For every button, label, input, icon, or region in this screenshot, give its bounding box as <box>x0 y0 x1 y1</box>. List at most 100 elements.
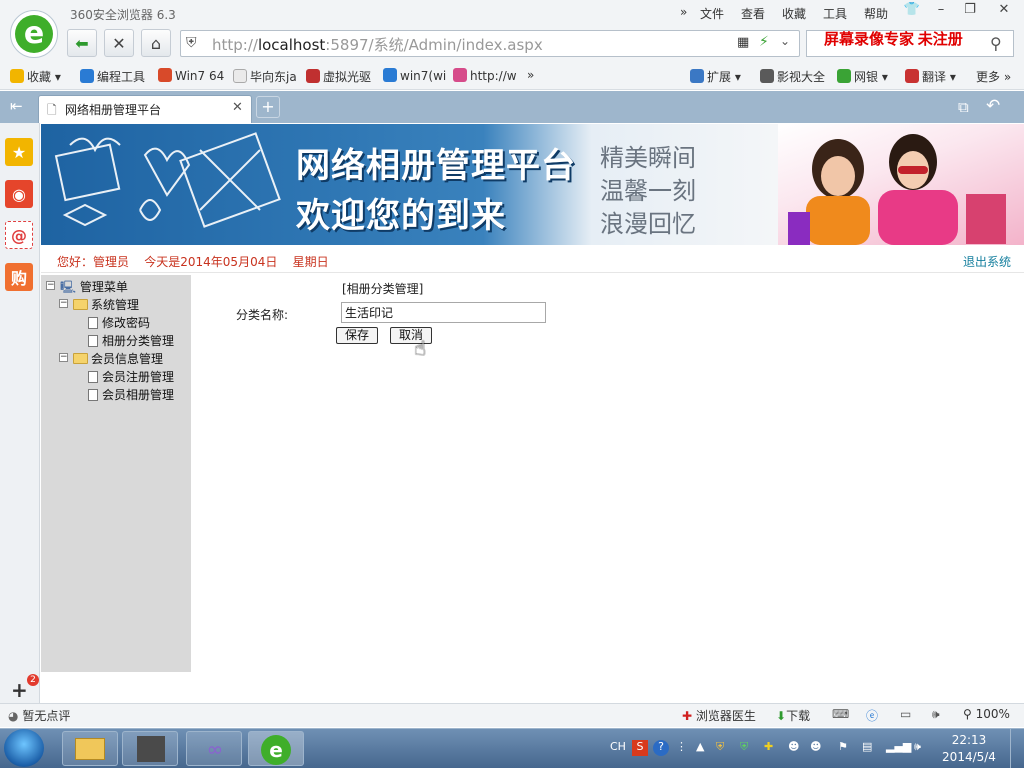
notification-badge: 2 <box>27 674 39 686</box>
save-button[interactable]: 保存 <box>336 327 378 344</box>
speed-mode-icon[interactable]: ⚡ <box>759 34 769 50</box>
shield-icon <box>837 69 851 83</box>
email-icon[interactable]: @ <box>5 221 33 249</box>
download-manager[interactable]: ⬇下载 <box>776 707 810 724</box>
restore-icon[interactable]: ❐ <box>958 2 982 22</box>
capture-icon[interactable]: ⌨ <box>832 707 849 721</box>
window-icon[interactable]: ▭ <box>900 707 911 721</box>
logout-link[interactable]: 退出系统 <box>963 253 1011 270</box>
show-hidden-icons[interactable]: ▲ <box>696 740 704 753</box>
sidebar-toggle-icon[interactable]: ⇤ <box>10 97 23 115</box>
favorites-star-icon[interactable]: ★ <box>5 138 33 166</box>
menu-tools[interactable]: 工具 <box>823 5 847 22</box>
volume-tray-icon[interactable]: 🕪 <box>914 740 921 754</box>
browser-doctor[interactable]: ✚ 浏览器医生 <box>682 707 756 724</box>
collapse-icon[interactable]: − <box>46 281 55 290</box>
stop-button[interactable]: ✕ <box>104 29 134 57</box>
tool-more[interactable]: 更多 » <box>976 68 1011 85</box>
bookmark-virtual-drive[interactable]: 虚拟光驱 <box>306 68 371 85</box>
document-icon <box>88 317 98 329</box>
help-icon[interactable]: ? <box>653 740 669 756</box>
taskbar-media[interactable] <box>122 731 178 766</box>
tool-extensions[interactable]: 扩展 ▾ <box>690 68 741 85</box>
taskbar-visual-studio[interactable]: ∞ <box>186 731 242 766</box>
collapse-icon[interactable]: − <box>59 299 68 308</box>
menu-file[interactable]: 文件 <box>700 5 724 22</box>
taskbar-explorer[interactable] <box>62 731 118 766</box>
volume-icon[interactable]: 🕪 <box>932 707 940 722</box>
add-sidebar-item-icon[interactable]: + <box>11 678 28 702</box>
menu-favorites[interactable]: 收藏 <box>782 5 806 22</box>
zoom-magnifier-icon: ⚲ <box>963 707 972 721</box>
welcome-text: 您好：管理员 今天是2014年05月04日 星期日 <box>57 255 329 269</box>
restore-tab-icon[interactable]: ⧉ <box>958 98 969 116</box>
ime-settings-icon[interactable]: ⋮ <box>676 740 687 753</box>
category-name-input[interactable] <box>341 302 546 323</box>
minimize-icon[interactable]: – <box>929 2 953 22</box>
hand-cursor-icon: ☝ <box>414 336 427 360</box>
browser-logo-icon: e <box>15 15 53 53</box>
bookmarks-more-chevron-icon[interactable]: » <box>527 68 534 82</box>
ie-mode-icon[interactable]: ⓔ <box>866 707 878 724</box>
input-language[interactable]: CH <box>610 740 626 753</box>
home-button[interactable]: ⌂ <box>141 29 171 57</box>
network-signal-icon[interactable]: ▂▄▆ <box>886 740 911 753</box>
shopping-icon[interactable]: 购 <box>5 263 33 291</box>
bookmark-win7wi[interactable]: win7(wi <box>383 68 446 83</box>
close-tab-icon[interactable]: ✕ <box>232 100 243 115</box>
menu-help[interactable]: 帮助 <box>864 5 888 22</box>
taskbar-360-browser[interactable]: e <box>248 731 304 766</box>
tree-item-album-category[interactable]: 相册分类管理 <box>88 332 174 349</box>
folder-icon <box>75 738 105 760</box>
tool-online-banking[interactable]: 网银 ▾ <box>837 68 888 85</box>
back-button[interactable]: ⬅ <box>67 29 97 57</box>
infinity-icon: ∞ <box>206 737 224 761</box>
undo-close-icon[interactable]: ↶ <box>986 96 1000 116</box>
close-window-icon[interactable]: ✕ <box>992 2 1016 22</box>
tree-item-member-albums[interactable]: 会员相册管理 <box>88 386 174 403</box>
bookmark-win7-64[interactable]: Win7 64 <box>158 68 224 83</box>
sogou-ime-icon[interactable]: S <box>632 740 648 756</box>
star-icon <box>10 69 24 83</box>
system-clock[interactable]: 22:13 2014/5/4 <box>938 732 1000 766</box>
menu-more-chevron-icon[interactable]: » <box>680 5 687 19</box>
rating-status[interactable]: ◕ 暂无点评 <box>8 707 70 724</box>
plus-tray-icon[interactable]: ✚ <box>764 740 773 753</box>
document-icon <box>88 335 98 347</box>
bookmark-bixiangdong[interactable]: 毕向东ja <box>233 68 297 85</box>
qq-icon-2[interactable]: ☻ <box>810 740 821 753</box>
antivirus-icon[interactable]: ⛨ <box>740 740 748 754</box>
qr-code-icon[interactable]: ▦ <box>737 35 749 50</box>
folder-icon <box>80 69 94 83</box>
security-shield-tray-icon[interactable]: ⛨ <box>716 740 724 754</box>
menu-view[interactable]: 查看 <box>741 5 765 22</box>
weibo-icon[interactable]: ◉ <box>5 180 33 208</box>
bookmark-favorites[interactable]: 收藏 ▾ <box>10 68 61 85</box>
tree-item-member-registration[interactable]: 会员注册管理 <box>88 368 174 385</box>
zoom-level[interactable]: ⚲ 100% <box>963 707 1010 721</box>
tool-translate[interactable]: 翻译 ▾ <box>905 68 956 85</box>
collapse-icon[interactable]: − <box>59 353 68 362</box>
browser-logo[interactable]: e <box>10 10 58 58</box>
device-icon[interactable]: ▤ <box>862 740 872 753</box>
url-text[interactable]: http://localhost:5897/系统/Admin/index.asp… <box>212 34 543 55</box>
security-shield-icon[interactable]: ⛨ <box>186 35 197 51</box>
browser-e-icon: e <box>261 735 291 765</box>
tree-group-system[interactable]: − 系统管理 <box>59 296 139 313</box>
tree-item-change-password[interactable]: 修改密码 <box>88 314 150 331</box>
show-desktop-button[interactable] <box>1010 729 1024 768</box>
qq-icon[interactable]: ☻ <box>788 740 799 753</box>
bookmark-http[interactable]: http://w <box>453 68 517 83</box>
banner-slogan: 温馨一刻 <box>600 177 696 205</box>
skin-icon[interactable]: 👕 <box>900 2 924 22</box>
tree-group-member[interactable]: − 会员信息管理 <box>59 350 163 367</box>
tool-video[interactable]: 影视大全 <box>760 68 825 85</box>
action-center-flag-icon[interactable]: ⚑ <box>838 740 848 753</box>
search-icon[interactable]: ⚲ <box>990 34 1002 53</box>
start-button[interactable] <box>4 729 44 767</box>
bookmark-programming-tools[interactable]: 编程工具 <box>80 68 145 85</box>
new-tab-button[interactable]: + <box>256 96 280 118</box>
divider <box>41 272 1024 273</box>
category-name-label: 分类名称: <box>236 308 289 322</box>
url-dropdown-icon[interactable]: ⌄ <box>780 34 790 48</box>
